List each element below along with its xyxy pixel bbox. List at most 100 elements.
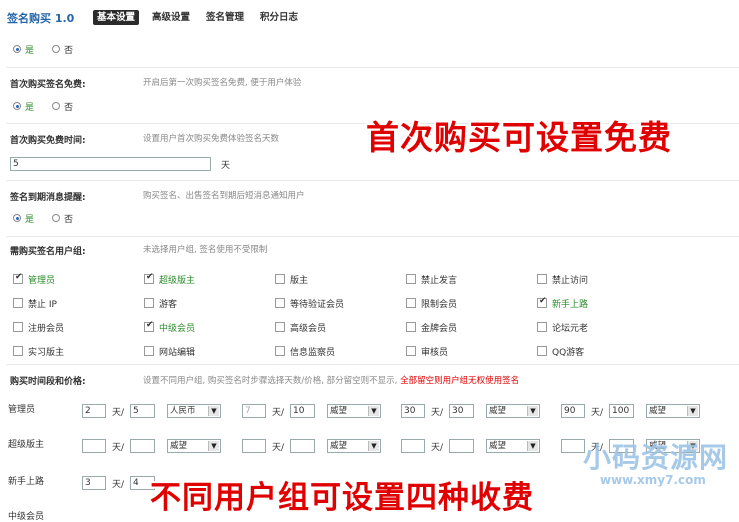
expire-reminder-no-label: 否 (64, 215, 74, 225)
expire-reminder-no-radio[interactable] (52, 214, 60, 222)
pricing-days-input[interactable]: 90 (561, 404, 585, 418)
group-checkbox[interactable] (144, 298, 154, 308)
first-free-no-label: 否 (64, 103, 74, 113)
enable-no-radio[interactable] (52, 45, 60, 53)
pricing-days-unit: 天/ (112, 443, 125, 453)
pricing-currency-select[interactable]: 威望 ▼ (167, 439, 221, 453)
pricing-days-input[interactable]: 3 (82, 476, 106, 490)
tab-advanced-settings[interactable]: 高级设置 (148, 10, 194, 25)
group-checkbox-label: 限制会员 (421, 300, 458, 310)
enable-yes-label: 是 (25, 46, 35, 56)
user-groups-desc: 未选择用户组, 签名使用不受限制 (143, 245, 268, 255)
pricing-days-unit: 天/ (112, 408, 125, 418)
group-checkbox[interactable] (275, 298, 285, 308)
first-free-no-radio[interactable] (52, 102, 60, 110)
divider (6, 180, 739, 181)
pricing-row-group-label: 管理员 (8, 405, 36, 415)
group-checkbox[interactable] (537, 322, 547, 332)
free-time-input[interactable]: 5 (10, 157, 211, 171)
dropdown-arrow-icon: ▼ (208, 441, 219, 451)
pricing-days-unit: 天/ (272, 443, 285, 453)
pricing-price-input[interactable]: 30 (449, 404, 474, 418)
pricing-row-group-label: 新手上路 (8, 477, 45, 487)
group-checkbox[interactable] (406, 322, 416, 332)
pricing-row-group-label: 中级会员 (8, 512, 45, 522)
group-checkbox[interactable] (275, 274, 285, 284)
pricing-price-input[interactable] (290, 439, 315, 453)
pricing-days-unit: 天/ (431, 408, 444, 418)
pricing-row-group-label: 超级版主 (8, 440, 45, 450)
group-checkbox-label: 高级会员 (290, 324, 327, 334)
free-time-unit: 天 (221, 161, 231, 171)
pricing-days-unit: 天/ (431, 443, 444, 453)
pricing-days-input[interactable]: 7 (242, 404, 266, 418)
group-checkbox[interactable] (406, 298, 416, 308)
tab-points-log[interactable]: 积分日志 (256, 10, 302, 25)
pricing-currency-select[interactable]: 威望 ▼ (486, 404, 540, 418)
group-checkbox-label: 超级版主 (159, 276, 196, 286)
enable-yes-radio[interactable] (13, 45, 21, 53)
pricing-days-input[interactable]: 30 (401, 404, 425, 418)
pricing-desc: 设置不同用户组, 购买签名时步骤选择天数/价格, 部分留空则不显示, 全部留空则… (143, 374, 519, 386)
pricing-price-input[interactable]: 10 (290, 404, 315, 418)
pricing-currency-value: 威望 (330, 406, 348, 416)
pricing-currency-select[interactable]: 威望 ▼ (646, 404, 700, 418)
pricing-currency-select[interactable]: 人民币 ▼ (167, 404, 221, 418)
group-checkbox-label: 信息监察员 (290, 348, 336, 358)
group-checkbox[interactable] (537, 274, 547, 284)
group-checkbox[interactable] (275, 346, 285, 356)
tab-signature-management[interactable]: 签名管理 (202, 10, 248, 25)
pricing-days-input[interactable] (561, 439, 585, 453)
pricing-price-input[interactable]: 5 (130, 404, 155, 418)
pricing-days-unit: 天/ (112, 480, 125, 490)
pricing-currency-value: 威望 (649, 406, 667, 416)
pricing-price-input[interactable] (130, 439, 155, 453)
group-checkbox[interactable] (13, 272, 23, 284)
pricing-days-input[interactable] (242, 439, 266, 453)
group-checkbox-label: 新手上路 (552, 300, 589, 310)
user-groups-label: 需购买签名用户组: (10, 247, 86, 257)
group-checkbox[interactable] (13, 298, 23, 308)
expire-reminder-label: 签名到期消息提醒: (10, 193, 86, 203)
pricing-desc-text: 设置不同用户组, 购买签名时步骤选择天数/价格, 部分留空则不显示, (143, 376, 401, 386)
pricing-currency-value: 人民币 (170, 406, 196, 416)
pricing-days-unit: 天/ (272, 408, 285, 418)
tab-basic-settings[interactable]: 基本设置 (93, 10, 140, 25)
group-checkbox[interactable] (13, 346, 23, 356)
free-time-label: 首次购买免费时间: (10, 136, 86, 146)
expire-reminder-yes-label: 是 (25, 215, 35, 225)
pricing-desc-warning: 全部留空则用户组无权使用签名 (400, 376, 520, 386)
dropdown-arrow-icon: ▼ (208, 406, 219, 416)
group-checkbox[interactable] (537, 296, 547, 308)
group-checkbox-label: 审核员 (421, 348, 449, 358)
pricing-currency-select[interactable]: 威望 ▼ (327, 404, 381, 418)
free-time-desc: 设置用户首次购买免费体验签名天数 (143, 134, 280, 144)
first-free-yes-radio[interactable] (13, 102, 21, 110)
group-checkbox[interactable] (537, 346, 547, 356)
group-checkbox[interactable] (144, 320, 154, 332)
top-bar: 签名购买 1.0 基本设置 高级设置 签名管理 积分日志 (0, 0, 739, 30)
pricing-price-input[interactable] (449, 439, 474, 453)
pricing-price-input[interactable]: 100 (609, 404, 634, 418)
pricing-days-input[interactable] (82, 439, 106, 453)
pricing-currency-select[interactable]: 威望 ▼ (486, 439, 540, 453)
expire-reminder-yes-radio[interactable] (13, 214, 21, 222)
pricing-currency-value: 威望 (330, 441, 348, 451)
pricing-days-input[interactable]: 2 (82, 404, 106, 418)
annotation-group-fees: 不同用户组可设置四种收费 (150, 480, 534, 516)
group-checkbox[interactable] (144, 346, 154, 356)
group-checkbox[interactable] (275, 322, 285, 332)
group-checkbox[interactable] (406, 346, 416, 356)
pricing-days-input[interactable] (401, 439, 425, 453)
pricing-currency-select[interactable]: 威望 ▼ (327, 439, 381, 453)
divider (6, 364, 739, 365)
first-free-label: 首次购买签名免费: (10, 80, 86, 90)
group-checkbox-label: 版主 (290, 276, 309, 286)
group-checkbox-label: 禁止发言 (421, 276, 458, 286)
dropdown-arrow-icon: ▼ (687, 406, 698, 416)
group-checkbox[interactable] (144, 272, 154, 284)
group-checkbox-label: 等待验证会员 (290, 300, 345, 310)
group-checkbox[interactable] (13, 322, 23, 332)
group-checkbox-label: 网站编辑 (159, 348, 196, 358)
group-checkbox[interactable] (406, 274, 416, 284)
